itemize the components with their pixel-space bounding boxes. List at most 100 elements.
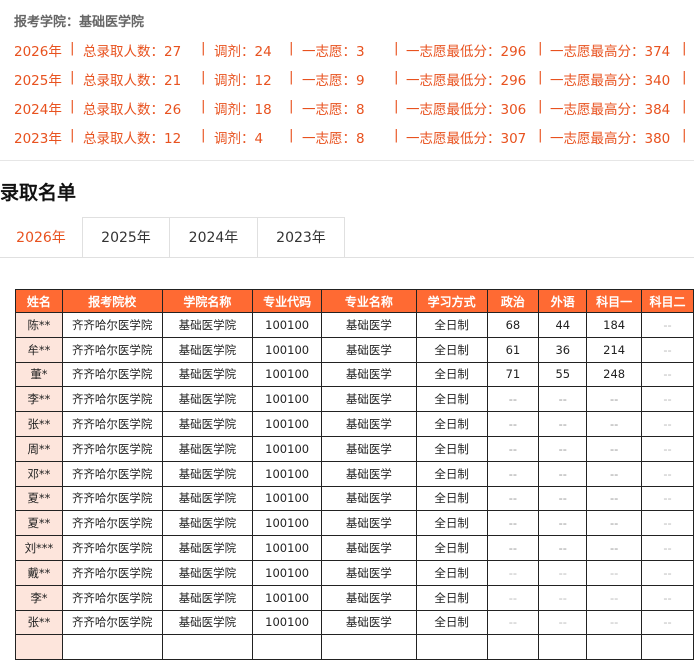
student-name-cell: 张** [15,609,63,636]
student-name-cell: 李* [15,584,63,611]
table-cell: -- [586,386,643,413]
separator: | [538,98,543,114]
table-cell: 全日制 [415,386,488,413]
stat-year: 2023年 [14,131,62,147]
stat-first-choice: 一志愿：8 [302,102,365,118]
student-name-cell: 夏** [15,485,63,512]
table-cell: 齐齐哈尔医学院 [61,361,163,388]
table-cell: 214 [586,336,643,363]
table-cell: 齐齐哈尔医学院 [61,336,163,363]
stat-max-score: 一志愿最高分：374 [550,44,671,60]
separator: | [289,40,294,56]
stat-max-score: 一志愿最高分：340 [550,73,671,89]
table-cell: 齐齐哈尔医学院 [61,535,163,561]
stat-adjust: 调剂：24 [214,44,272,60]
stat-min-score: 一志愿最低分：296 [406,73,527,89]
table-cell: 基础医学院 [161,485,254,512]
table-cell: 100100 [252,460,323,487]
table-cell: 100100 [252,510,323,537]
student-name-cell: 夏** [15,510,63,537]
separator: | [682,69,687,85]
table-cell: 248 [586,361,643,388]
table-cell: -- [486,435,540,462]
student-name-cell: 戴** [15,559,63,586]
table-cell: 齐齐哈尔医学院 [61,411,163,437]
student-name-cell: 邓** [15,460,63,487]
stat-min-score: 一志愿最低分：306 [406,102,527,118]
table-cell: -- [586,435,643,462]
separator: | [201,98,206,114]
column-header: 外语 [538,289,588,313]
table-cell: -- [641,435,694,462]
separator: | [289,98,294,114]
separator: | [394,69,399,85]
table-row: 夏** 齐齐哈尔医学院 基础医学院 100100 基础医学 全日制 -- -- -- -- [15,485,694,512]
tab-2025[interactable]: 2025年 [82,217,170,257]
tab-2023[interactable]: 2023年 [257,217,345,257]
table-cell: -- [486,411,540,437]
table-cell: -- [538,435,588,462]
table-cell: -- [486,559,540,586]
stat-row-2023: 2023年 | 总录取人数：12 | 调剂：4 | 一志愿：8 | 一志愿最低分… [14,125,694,154]
table-cell: 基础医学 [321,609,417,636]
stat-total: 总录取人数：21 [83,73,182,89]
column-header: 姓名 [15,289,63,313]
section-divider [0,160,694,161]
tab-2026[interactable]: 2026年 [0,217,82,257]
table-header-row: 姓名 报考院校 学院名称 专业代码 专业名称 学习方式 政治 外语 科目一 科目二 [15,289,694,313]
table-cell: 100100 [252,485,323,512]
student-name-cell: 张** [15,411,63,437]
table-cell [415,634,488,660]
stat-year: 2025年 [14,73,62,89]
table-cell: 基础医学 [321,386,417,413]
table-cell: -- [486,510,540,537]
separator: | [201,69,206,85]
table-cell: -- [641,510,694,537]
table-row: 牟** 齐齐哈尔医学院 基础医学院 100100 基础医学 全日制 61 36 214 -- [15,336,694,363]
table-cell [486,634,540,660]
student-name-cell: 周** [15,435,63,462]
table-cell: 全日制 [415,510,488,537]
table-cell: 100100 [252,312,323,338]
table-cell: 基础医学院 [161,336,254,363]
stat-first-choice: 一志愿：3 [302,44,365,60]
column-header: 科目二 [641,289,694,313]
table-cell: 基础医学 [321,312,417,338]
separator: | [289,127,294,143]
table-cell: 全日制 [415,535,488,561]
column-header: 政治 [486,289,540,313]
table-cell: 基础医学院 [161,435,254,462]
column-header: 学习方式 [415,289,488,313]
stat-max-score: 一志愿最高分：380 [550,131,671,147]
stat-total: 总录取人数：12 [83,131,182,147]
table-cell: -- [538,386,588,413]
table-cell: -- [538,535,588,561]
table-cell: 全日制 [415,584,488,611]
table-cell: 100100 [252,386,323,413]
table-cell: 全日制 [415,411,488,437]
separator: | [70,127,75,143]
table-cell: 基础医学院 [161,361,254,388]
stat-min-score: 一志愿最低分：296 [406,44,527,60]
table-cell: 基础医学 [321,460,417,487]
table-cell: 100100 [252,336,323,363]
table-row: 张** 齐齐哈尔医学院 基础医学院 100100 基础医学 全日制 -- -- -- -- [15,411,694,437]
table-cell: -- [586,460,643,487]
table-cell: 基础医学 [321,510,417,537]
table-row: 刘*** 齐齐哈尔医学院 基础医学院 100100 基础医学 全日制 -- -- -- -- [15,535,694,561]
year-tabs: 2026年 2025年 2024年 2023年 [0,217,694,257]
admission-stats: 2026年 | 总录取人数：27 | 调剂：24 | 一志愿：3 | 一志愿最低… [14,38,694,154]
table-cell: 基础医学 [321,485,417,512]
separator: | [682,127,687,143]
table-cell: 基础医学院 [161,460,254,487]
table-cell: -- [538,460,588,487]
table-cell: -- [641,559,694,586]
table-cell: 基础医学院 [161,411,254,437]
table-cell: 55 [538,361,588,388]
tab-2024[interactable]: 2024年 [169,217,258,257]
student-name-cell: 牟** [15,336,63,363]
admission-table: 姓名 报考院校 学院名称 专业代码 专业名称 学习方式 政治 外语 科目一 科目二 陈** 齐齐哈尔… [15,289,694,660]
table-cell: 基础医学院 [161,312,254,338]
table-cell: 71 [486,361,540,388]
table-cell: 基础医学院 [161,510,254,537]
